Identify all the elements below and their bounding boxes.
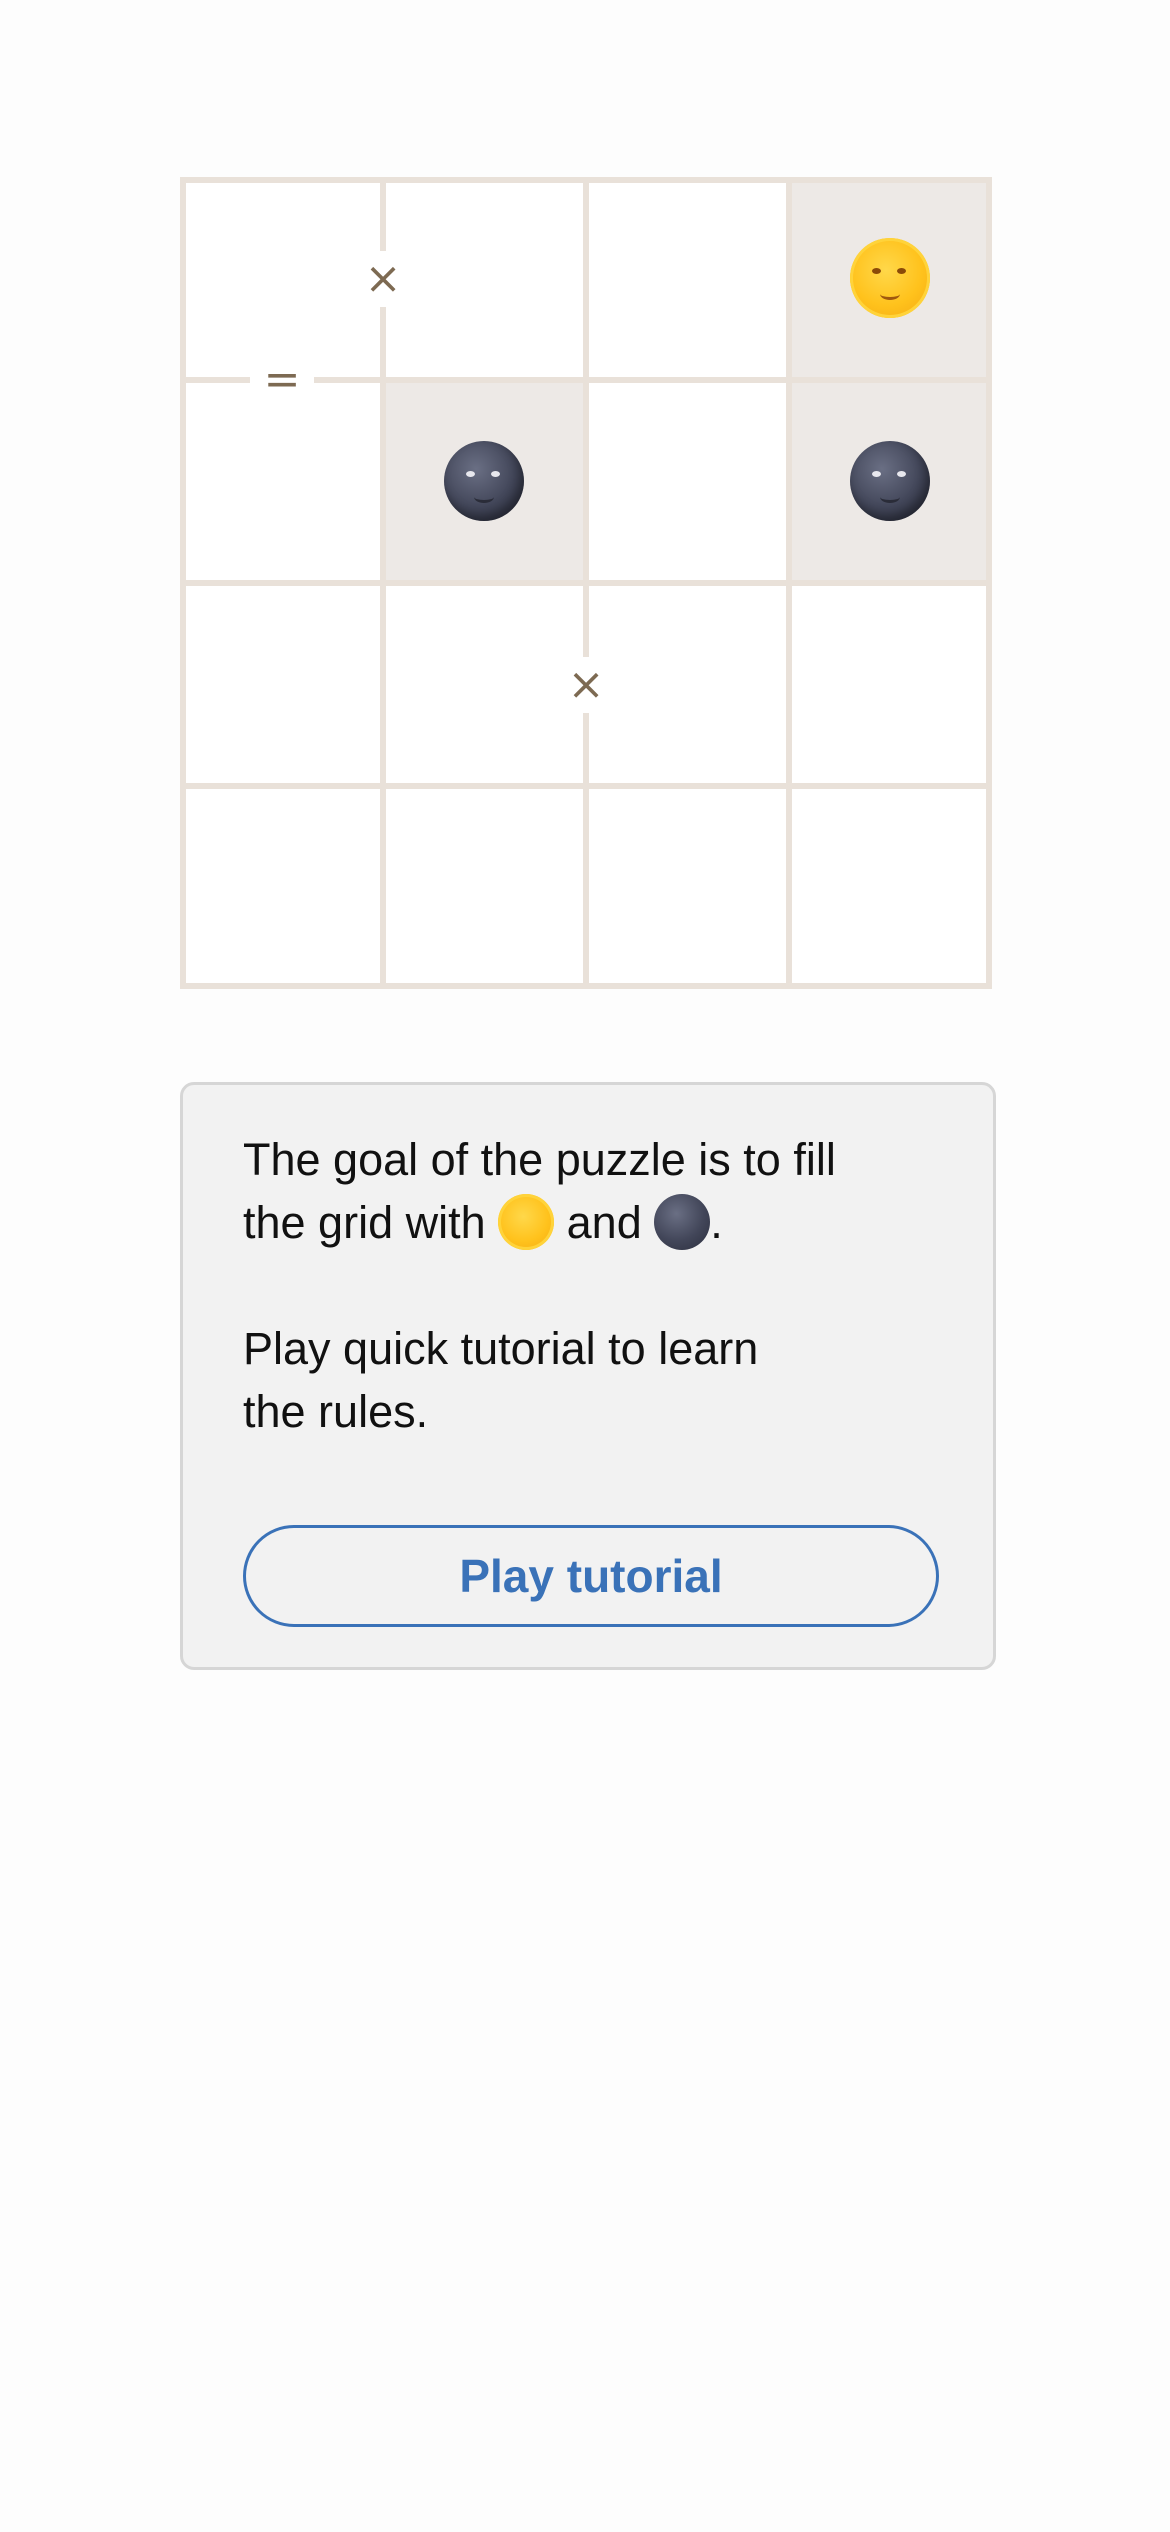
grid-cell[interactable] — [180, 583, 383, 786]
equal-constraint: = — [250, 358, 314, 402]
info-card: The goal of the puzzle is to fill the gr… — [180, 1082, 996, 1670]
opposite-constraint: × — [363, 251, 403, 307]
puzzle-grid: × = × — [180, 177, 992, 989]
grid-line — [986, 177, 992, 989]
grid-cell[interactable] — [180, 786, 383, 989]
grid-cell[interactable] — [586, 786, 789, 989]
grid-cell[interactable] — [789, 786, 992, 989]
tutorial-hint-line2: the rules. — [243, 1386, 429, 1437]
opposite-constraint: × — [566, 657, 606, 713]
grid-cell[interactable] — [383, 177, 586, 380]
grid-cell[interactable] — [383, 583, 586, 786]
moon-icon — [850, 441, 930, 521]
tutorial-hint-line1: Play quick tutorial to learn — [243, 1323, 759, 1374]
goal-text-prefix: the grid with — [243, 1197, 486, 1248]
tutorial-hint: Play quick tutorial to learn the rules. — [243, 1317, 963, 1443]
grid-cell-locked — [789, 177, 992, 380]
moon-icon — [654, 1194, 711, 1250]
grid-line — [583, 177, 589, 989]
play-tutorial-button[interactable]: Play tutorial — [243, 1525, 939, 1627]
goal-text-line2: the grid with and . — [243, 1191, 963, 1254]
grid-cell[interactable] — [789, 583, 992, 786]
grid-cell-locked — [383, 380, 586, 583]
grid-cell[interactable] — [383, 786, 586, 989]
grid-cell[interactable] — [180, 177, 383, 380]
sun-icon — [842, 230, 938, 326]
grid-line — [786, 177, 792, 989]
grid-cell-locked — [789, 380, 992, 583]
sun-icon — [498, 1194, 555, 1250]
grid-line — [180, 177, 186, 989]
grid-cell[interactable] — [180, 380, 383, 583]
goal-text-suffix: . — [710, 1197, 723, 1248]
goal-text: The goal of the puzzle is to fill — [243, 1134, 836, 1185]
grid-cell[interactable] — [586, 380, 789, 583]
moon-icon — [444, 441, 524, 521]
goal-text-and: and — [566, 1197, 642, 1248]
grid-cell[interactable] — [586, 583, 789, 786]
grid-cell[interactable] — [586, 177, 789, 380]
